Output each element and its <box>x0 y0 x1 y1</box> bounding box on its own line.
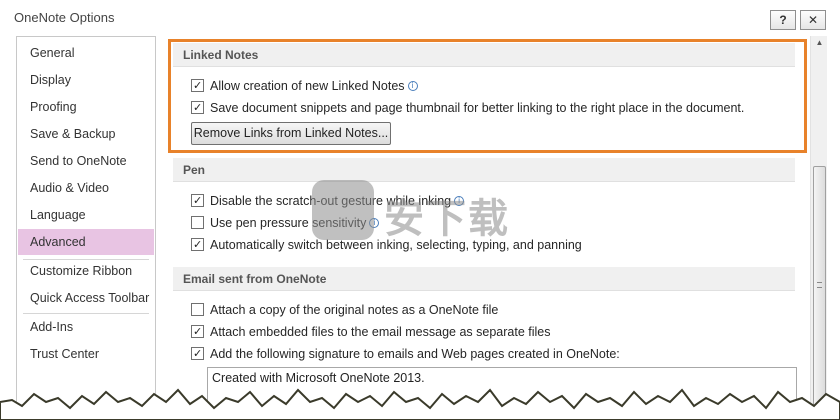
sidebar-item-proofing[interactable]: Proofing <box>18 94 154 120</box>
options-sidebar: General Display Proofing Save & Backup S… <box>16 36 156 420</box>
option-label: Attach embedded files to the email messa… <box>210 325 551 339</box>
sidebar-item-customize-ribbon[interactable]: Customize Ribbon <box>18 258 154 284</box>
close-button[interactable]: ✕ <box>800 10 826 30</box>
title-bar: OneNote Options ? ✕ <box>0 0 840 34</box>
section-header-email: Email sent from OneNote <box>173 267 795 291</box>
scroll-up-arrow-icon[interactable]: ▲ <box>813 38 826 52</box>
onenote-options-dialog: OneNote Options ? ✕ General Display Proo… <box>0 0 840 420</box>
checkbox-pen-pressure[interactable] <box>191 216 204 229</box>
section-header-linked-notes: Linked Notes <box>173 43 795 67</box>
checkbox-attach-embedded[interactable] <box>191 324 204 340</box>
sidebar-item-display[interactable]: Display <box>18 67 154 93</box>
remove-links-button[interactable]: Remove Links from Linked Notes... <box>191 122 391 145</box>
checkbox-auto-switch-inking[interactable] <box>191 237 204 253</box>
sidebar-item-general[interactable]: General <box>18 40 154 66</box>
checkbox-disable-scratch-out[interactable] <box>191 193 204 209</box>
watermark-glyphs: 安下载 <box>384 196 510 242</box>
info-icon: i <box>407 81 418 91</box>
grip-icon <box>817 282 822 288</box>
sidebar-item-audio-video[interactable]: Audio & Video <box>18 175 154 201</box>
checkbox-add-signature[interactable] <box>191 346 204 362</box>
torn-edge <box>0 388 840 420</box>
option-label: Attach a copy of the original notes as a… <box>210 303 499 317</box>
sidebar-item-send-to-onenote[interactable]: Send to OneNote <box>18 148 154 174</box>
sidebar-item-advanced[interactable]: Advanced <box>18 229 154 255</box>
scroll-thumb[interactable] <box>813 166 826 406</box>
help-button[interactable]: ? <box>770 10 796 30</box>
sidebar-item-save-backup[interactable]: Save & Backup <box>18 121 154 147</box>
option-label: Allow creation of new Linked Notes i <box>210 78 418 94</box>
sidebar-item-quick-access-toolbar[interactable]: Quick Access Toolbar <box>18 285 154 311</box>
help-icon: ? <box>779 13 787 27</box>
option-label: Save document snippets and page thumbnai… <box>210 101 745 115</box>
section-header-pen: Pen <box>173 158 795 182</box>
checkbox-attach-copy[interactable] <box>191 303 204 316</box>
window-title: OneNote Options <box>14 10 115 25</box>
checkbox-allow-linked-notes[interactable] <box>191 78 204 94</box>
sidebar-item-trust-center[interactable]: Trust Center <box>18 341 154 367</box>
watermark-shield-icon <box>312 180 374 240</box>
checkbox-save-snippets[interactable] <box>191 100 204 116</box>
sidebar-item-language[interactable]: Language <box>18 202 154 228</box>
watermark-logo: 安下载 <box>312 180 552 242</box>
close-icon: ✕ <box>807 13 819 27</box>
option-label: Add the following signature to emails an… <box>210 347 620 361</box>
sidebar-item-add-ins[interactable]: Add-Ins <box>18 314 154 340</box>
content-scrollbar[interactable]: ▲ <box>810 36 827 420</box>
